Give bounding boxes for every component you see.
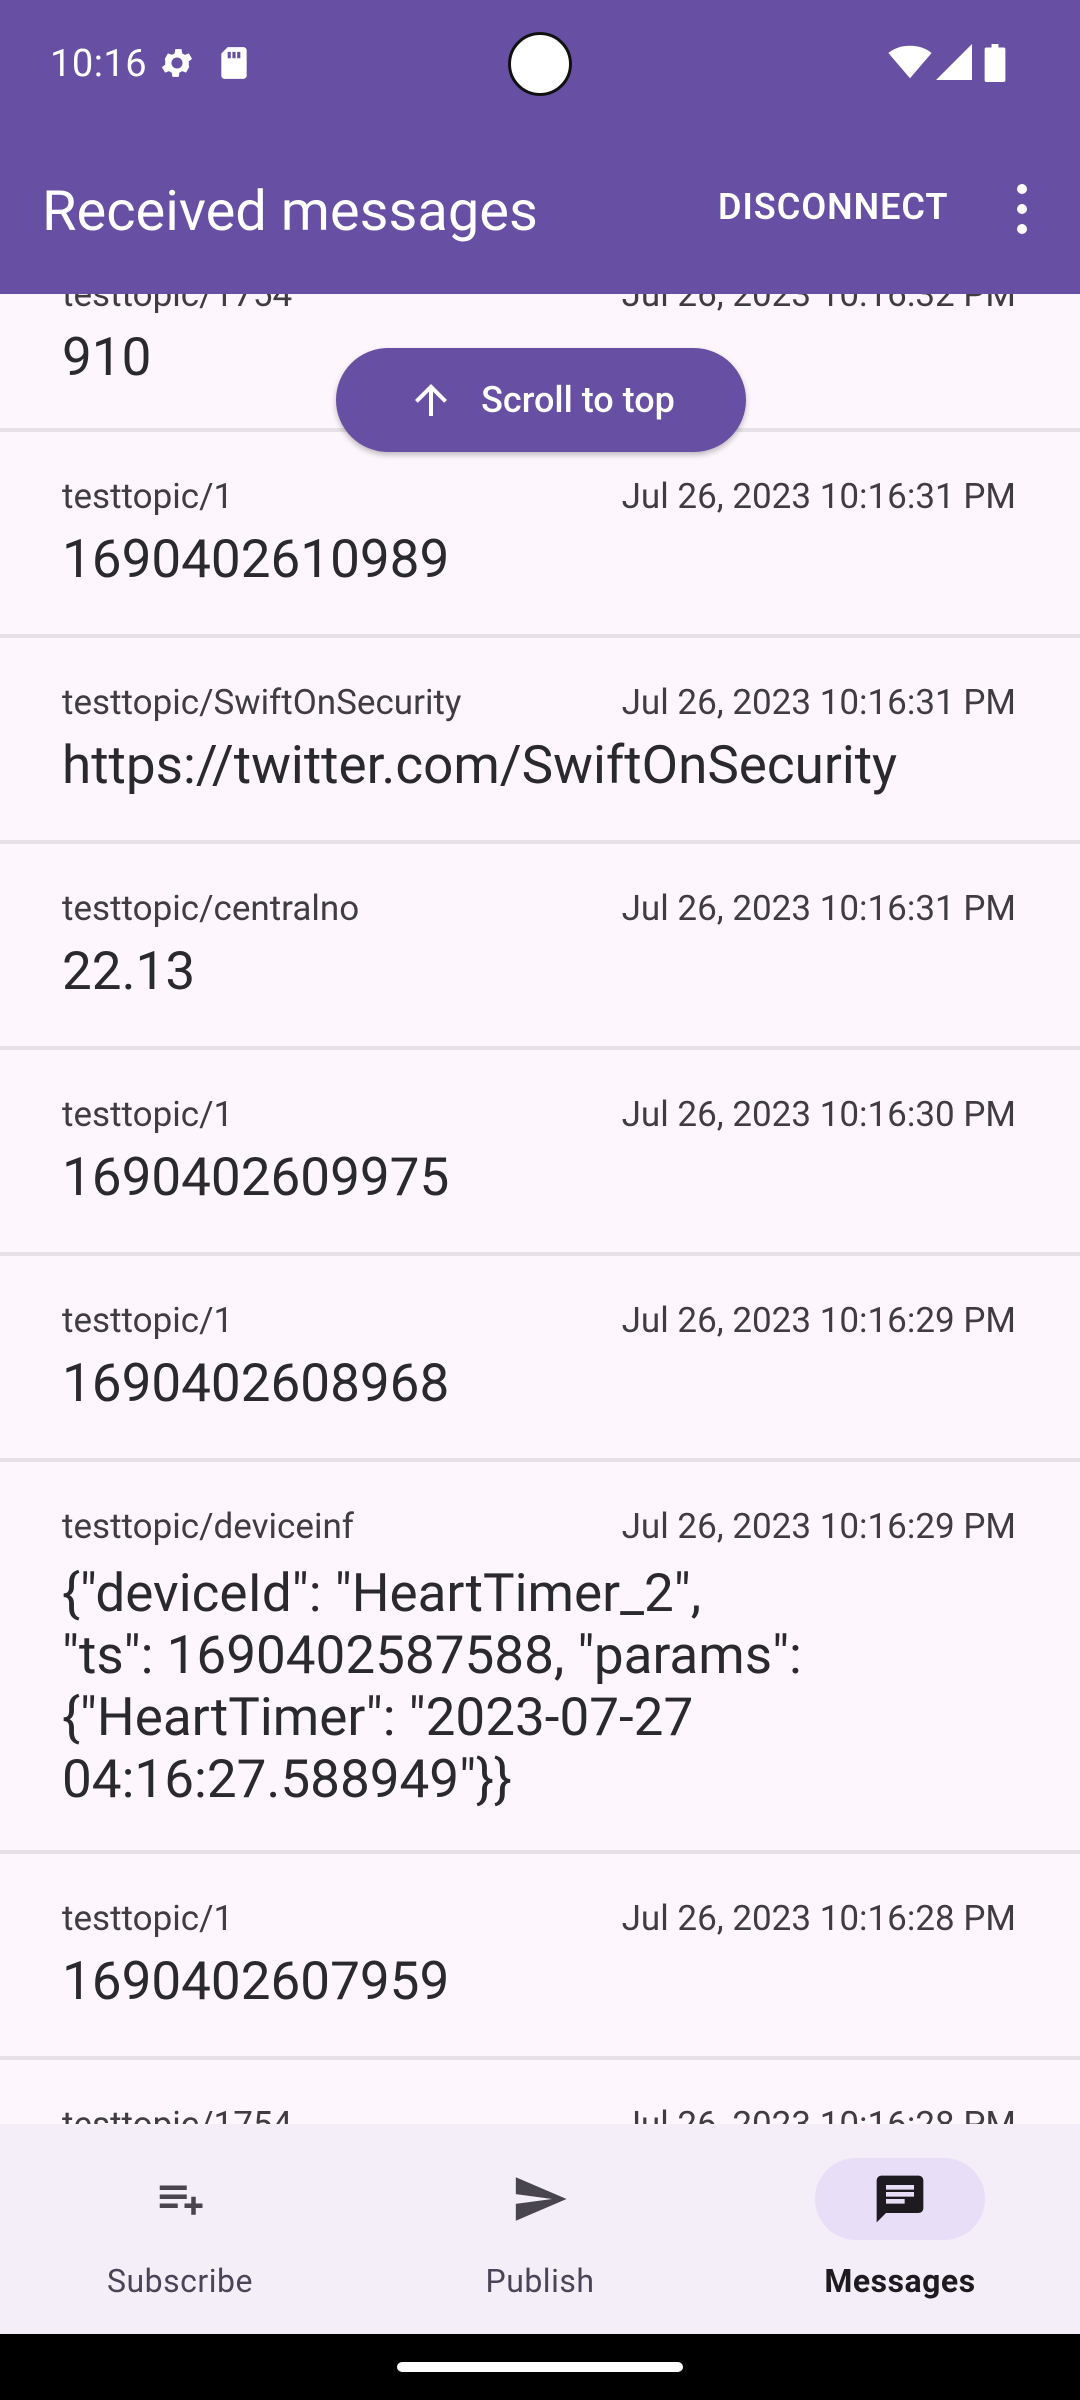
message-payload: https://twitter.com/SwiftOnSecurity — [62, 734, 898, 796]
status-time: 10:16 — [50, 42, 148, 86]
message-timestamp: Jul 26, 2023 10:16:29 PM — [621, 1506, 1016, 1547]
message-topic: testtopic/1 — [62, 476, 234, 517]
more-vert-icon[interactable] — [1010, 184, 1034, 234]
message-list[interactable]: testtopic/1754 Jul 26, 2023 10:16:32 PM … — [0, 294, 1080, 2124]
status-bar: 10:16 — [0, 0, 1080, 120]
list-item[interactable]: testtopic/1 Jul 26, 2023 10:16:31 PM 169… — [0, 432, 1080, 638]
nav-label-subscribe: Subscribe — [107, 2262, 253, 2300]
message-payload: 1690402610989 — [62, 528, 450, 590]
message-topic: testtopic/1754 — [62, 2104, 292, 2124]
nav-item-messages[interactable]: Messages — [720, 2124, 1080, 2334]
list-item[interactable]: testtopic/deviceinf Jul 26, 2023 10:16:2… — [0, 1462, 1080, 1854]
message-payload: 1690402609975 — [62, 1146, 450, 1208]
message-icon — [876, 2175, 924, 2223]
message-topic: testtopic/1754 — [62, 294, 293, 315]
message-timestamp: Jul 26, 2023 10:16:28 PM — [621, 1898, 1016, 1939]
message-timestamp: Jul 26, 2023 10:16:28 PM — [622, 2104, 1016, 2124]
message-topic: testtopic/deviceinf — [62, 1506, 354, 1547]
list-item[interactable]: testtopic/SwiftOnSecurity Jul 26, 2023 1… — [0, 638, 1080, 844]
bottom-navigation: Subscribe Publish Messages — [0, 2124, 1080, 2334]
system-gesture-bar — [0, 2334, 1080, 2400]
settings-icon — [161, 49, 193, 77]
message-payload: {"deviceId": "HeartTimer_2", "ts": 16904… — [62, 1562, 802, 1810]
nav-indicator — [95, 2158, 265, 2240]
nav-label-messages: Messages — [824, 2262, 976, 2300]
nav-item-subscribe[interactable]: Subscribe — [0, 2124, 360, 2334]
battery-icon — [984, 44, 1006, 82]
wifi-icon — [888, 45, 932, 79]
list-item[interactable]: testtopic/1 Jul 26, 2023 10:16:30 PM 169… — [0, 1050, 1080, 1256]
message-topic: testtopic/1 — [62, 1094, 234, 1135]
list-item[interactable]: testtopic/1754 Jul 26, 2023 10:16:28 PM — [0, 2060, 1080, 2124]
arrow-up-icon — [415, 384, 448, 416]
disconnect-button[interactable]: DISCONNECT — [718, 186, 949, 228]
page-title: Received messages — [42, 178, 538, 244]
message-topic: testtopic/SwiftOnSecurity — [62, 682, 462, 723]
nav-indicator — [455, 2158, 625, 2240]
message-payload: 1690402607959 — [62, 1950, 450, 2012]
playlist-add-icon — [159, 2185, 203, 2215]
message-payload: 1690402608968 — [62, 1352, 450, 1414]
list-item[interactable]: testtopic/1 Jul 26, 2023 10:16:28 PM 169… — [0, 1854, 1080, 2060]
list-item[interactable]: testtopic/centralno Jul 26, 2023 10:16:3… — [0, 844, 1080, 1050]
message-payload: 22.13 — [62, 940, 196, 1002]
nav-indicator-active — [815, 2158, 985, 2240]
message-timestamp: Jul 26, 2023 10:16:31 PM — [621, 476, 1016, 517]
message-timestamp: Jul 26, 2023 10:16:30 PM — [621, 1094, 1016, 1135]
message-timestamp: Jul 26, 2023 10:16:31 PM — [621, 682, 1016, 723]
scroll-to-top-label: Scroll to top — [481, 379, 675, 421]
signal-icon — [936, 44, 972, 80]
home-handle[interactable] — [397, 2362, 683, 2372]
top-app-bar: 10:16 Received messages DISCONNECT — [0, 0, 1080, 294]
scroll-to-top-button[interactable]: Scroll to top — [336, 348, 746, 452]
message-timestamp: Jul 26, 2023 10:16:29 PM — [621, 1300, 1016, 1341]
send-icon — [515, 2177, 567, 2221]
message-topic: testtopic/1 — [62, 1300, 234, 1341]
message-timestamp: Jul 26, 2023 10:16:31 PM — [621, 888, 1016, 929]
message-topic: testtopic/1 — [62, 1898, 234, 1939]
camera-cutout — [508, 32, 572, 96]
nav-label-publish: Publish — [485, 2262, 595, 2300]
list-item[interactable]: testtopic/1 Jul 26, 2023 10:16:29 PM 169… — [0, 1256, 1080, 1462]
nav-item-publish[interactable]: Publish — [360, 2124, 720, 2334]
sd-card-icon — [221, 47, 247, 79]
message-timestamp: Jul 26, 2023 10:16:32 PM — [621, 294, 1016, 315]
message-topic: testtopic/centralno — [62, 888, 360, 929]
